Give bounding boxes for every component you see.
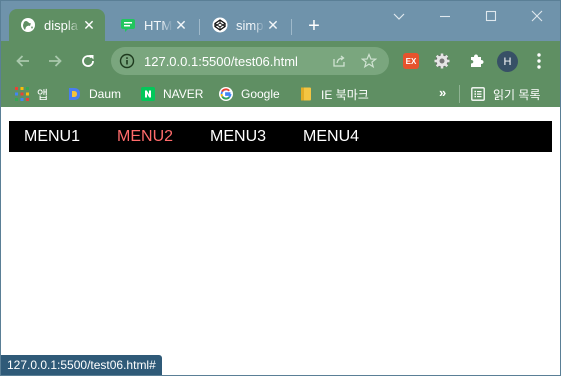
gear-icon[interactable] xyxy=(433,52,451,70)
title-bar: displa ✕ HTML ✕ xyxy=(1,1,560,41)
close-window-button[interactable] xyxy=(514,1,560,31)
bookmark-label: 앱 xyxy=(37,87,49,102)
arrow-left-icon xyxy=(16,55,29,67)
google-icon xyxy=(219,87,233,101)
browser-toolbar: 127.0.0.1:5500/test06.html EX H xyxy=(1,41,560,81)
bookmarks-separator xyxy=(459,85,460,103)
chevron-down-icon xyxy=(393,13,405,20)
more-vert-icon[interactable] xyxy=(531,52,547,70)
address-bar[interactable]: 127.0.0.1:5500/test06.html xyxy=(111,47,389,75)
naver-icon xyxy=(141,87,155,101)
browser-window: displa ✕ HTML ✕ xyxy=(0,0,561,376)
tab-title: simpl xyxy=(236,17,265,33)
reading-list-button[interactable]: 읽기 목록 xyxy=(471,85,541,103)
daum-icon xyxy=(67,87,81,101)
bookmark-label: NAVER xyxy=(163,87,204,101)
reload-button[interactable] xyxy=(76,49,100,73)
window-controls xyxy=(376,1,560,31)
bookmark-apps[interactable]: 앱 xyxy=(15,85,48,103)
bookmark-daum[interactable]: Daum xyxy=(67,85,121,103)
new-tab-button[interactable]: + xyxy=(303,15,325,37)
close-icon[interactable]: ✕ xyxy=(81,17,97,33)
minimize-button[interactable] xyxy=(422,1,468,31)
menu-item-3[interactable]: MENU3 xyxy=(210,121,266,152)
folder-icon xyxy=(299,87,313,101)
reload-icon xyxy=(82,55,94,67)
bookmarks-bar: 앱 Daum NAVER Google IE 북마크 읽기 목록 xyxy=(1,81,560,107)
bookmark-google[interactable]: Google xyxy=(219,85,280,103)
globe-icon xyxy=(20,17,36,33)
close-icon[interactable]: ✕ xyxy=(173,17,189,33)
maximize-button[interactable] xyxy=(468,1,514,31)
tab-display[interactable]: displa ✕ xyxy=(9,9,105,41)
share-icon[interactable] xyxy=(331,53,347,69)
url-text: 127.0.0.1:5500/test06.html xyxy=(144,54,298,69)
apps-grid-icon xyxy=(15,87,29,101)
tab-html[interactable]: HTML ✕ xyxy=(109,9,197,41)
tab-title: displa xyxy=(44,17,78,33)
tab-simple[interactable]: simpl ✕ xyxy=(201,9,289,41)
menu-item-2[interactable]: MENU2 xyxy=(117,121,173,152)
status-bar-url: 127.0.0.1:5500/test06.html# xyxy=(1,355,162,375)
tab-title: HTML xyxy=(144,17,173,33)
back-button[interactable] xyxy=(11,49,35,73)
extension-ex-icon[interactable]: EX xyxy=(403,53,419,69)
profile-avatar[interactable]: H xyxy=(497,51,518,72)
tab-search-button[interactable] xyxy=(376,1,422,31)
bookmark-naver[interactable]: NAVER xyxy=(141,85,203,103)
close-icon xyxy=(531,10,543,22)
star-icon[interactable] xyxy=(361,53,377,69)
bookmark-label: Daum xyxy=(89,87,122,101)
info-icon xyxy=(119,53,135,69)
close-icon[interactable]: ✕ xyxy=(265,17,281,33)
bookmark-label: Google xyxy=(241,87,280,101)
codepen-icon xyxy=(212,17,228,33)
chat-bubble-icon xyxy=(120,17,136,33)
nav-menu-bar: MENU1 MENU2 MENU3 MENU4 xyxy=(9,121,552,152)
arrow-right-icon xyxy=(49,55,62,67)
menu-item-1[interactable]: MENU1 xyxy=(24,121,80,152)
puzzle-icon[interactable] xyxy=(467,52,485,70)
bookmark-label: IE 북마크 xyxy=(321,87,369,102)
page-viewport: MENU1 MENU2 MENU3 MENU4 127.0.0.1:5500/t… xyxy=(1,107,560,375)
reading-list-label: 읽기 목록 xyxy=(493,87,541,102)
maximize-icon xyxy=(485,10,497,22)
tab-separator xyxy=(291,19,292,35)
bookmark-ie-folder[interactable]: IE 북마크 xyxy=(299,85,369,103)
tab-separator xyxy=(199,19,200,35)
minimize-icon xyxy=(440,15,450,18)
forward-button[interactable] xyxy=(43,49,67,73)
reading-list-icon xyxy=(471,87,485,101)
menu-item-4[interactable]: MENU4 xyxy=(303,121,359,152)
bookmarks-overflow-button[interactable]: » xyxy=(439,85,446,100)
